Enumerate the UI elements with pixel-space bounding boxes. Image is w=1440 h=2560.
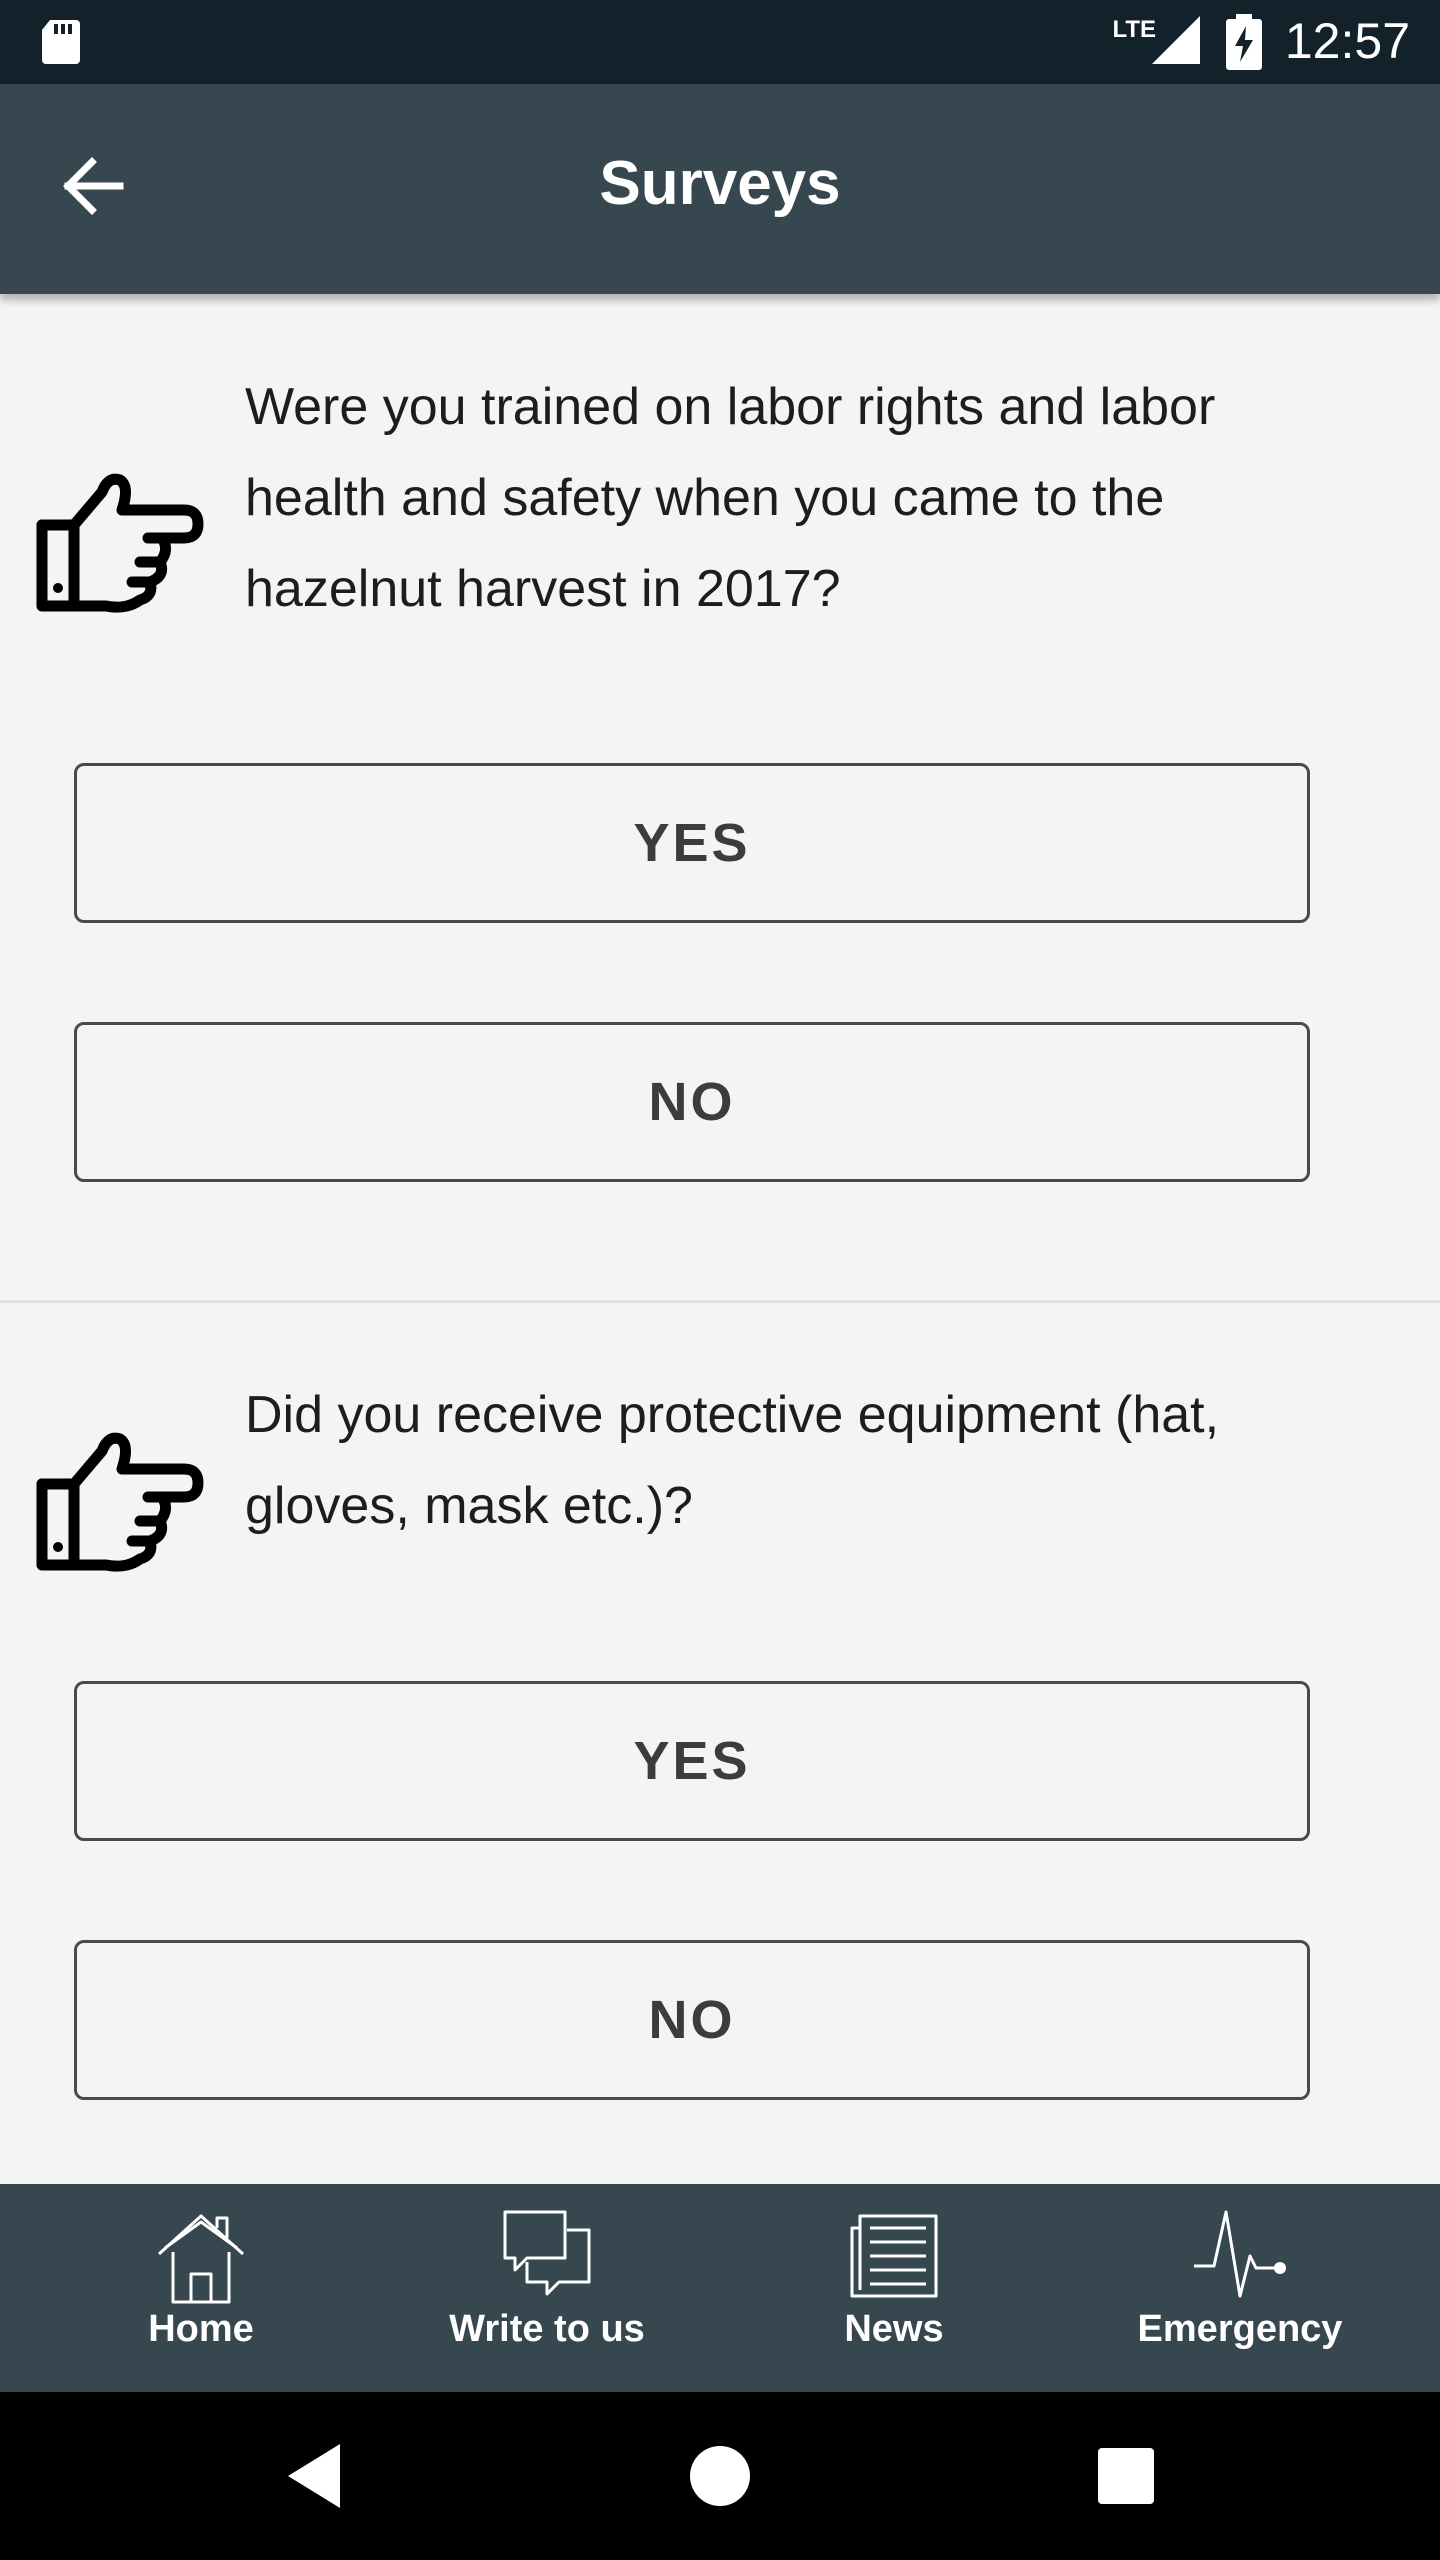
question-text: Did you receive protective equipment (ha… [245, 1386, 1220, 1535]
no-button[interactable]: NO [74, 1940, 1310, 2100]
yes-button[interactable]: YES [74, 1681, 1310, 1841]
system-navigation-bar [0, 2392, 1440, 2560]
chat-icon [503, 2210, 591, 2296]
home-icon [157, 2214, 245, 2304]
home-circle-icon[interactable] [680, 2436, 760, 2516]
nav-item-write-to-us[interactable]: Write to us [397, 2184, 697, 2392]
question-text: Were you trained on labor rights and lab… [245, 378, 1216, 618]
nav-item-emergency[interactable]: Emergency [1090, 2184, 1390, 2392]
survey-list: Were you trained on labor rights and lab… [0, 294, 1440, 2184]
page-title: Surveys [599, 149, 841, 218]
signal-icon [1152, 16, 1200, 64]
nav-item-home[interactable]: Home [51, 2184, 351, 2392]
nav-item-news[interactable]: News [744, 2184, 1044, 2392]
survey-question-card: Were you trained on labor rights and lab… [0, 294, 1440, 1303]
nav-label-news: News [844, 2308, 944, 2350]
status-bar: LTE 12:57 [0, 0, 1440, 84]
nav-label-write-to-us: Write to us [449, 2308, 645, 2350]
survey-question-card: Did you receive protective equipment (ha… [0, 1303, 1440, 2184]
battery-charging-icon [1226, 14, 1262, 70]
pointing-hand-icon [36, 1432, 204, 1572]
recents-square-icon[interactable] [1086, 2436, 1166, 2516]
bottom-navigation: Home Write to us News Emergency [0, 2184, 1440, 2392]
app-bar: Surveys [0, 84, 1440, 294]
yes-button[interactable]: YES [74, 763, 1310, 923]
clock: 12:57 [1284, 13, 1410, 69]
sd-card-icon [42, 20, 80, 64]
pointing-hand-icon [36, 473, 204, 613]
nav-label-home: Home [148, 2308, 254, 2350]
no-button[interactable]: NO [74, 1022, 1310, 1182]
back-triangle-icon[interactable] [276, 2436, 356, 2516]
pulse-icon [1194, 2210, 1286, 2298]
news-icon [850, 2214, 938, 2298]
nav-label-emergency: Emergency [1137, 2308, 1343, 2350]
